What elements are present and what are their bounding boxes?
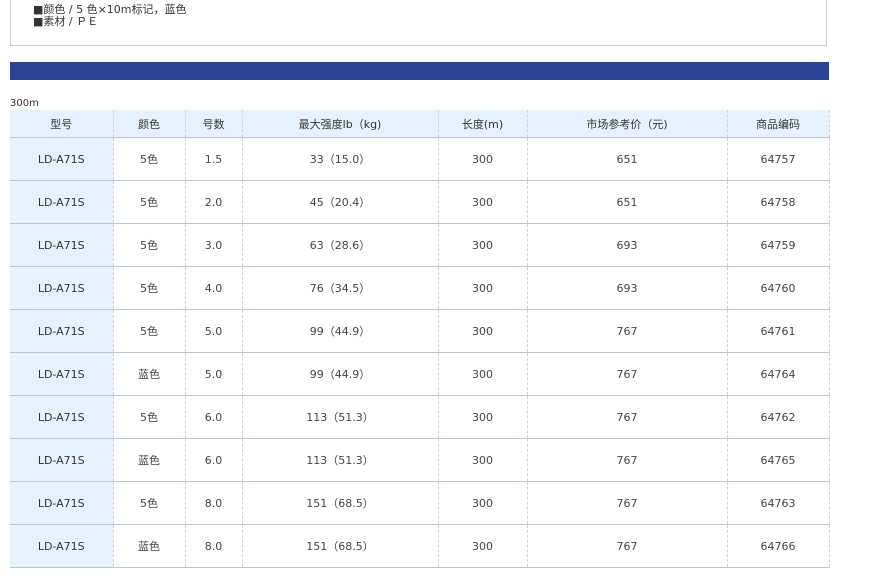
cell-size: 1.5 xyxy=(185,137,243,181)
header-color: 颜色 xyxy=(113,110,186,138)
cell-price: 767 xyxy=(527,524,728,568)
cell-max-strength: 113（51.3） xyxy=(242,438,439,482)
cell-model: LD-A71S xyxy=(10,309,114,353)
material-spec-text: ■素材 / ＰＥ xyxy=(33,15,99,28)
cell-model: LD-A71S xyxy=(10,524,114,568)
cell-max-strength: 33（15.0） xyxy=(242,137,439,181)
cell-product-code: 64758 xyxy=(727,180,830,224)
cell-price: 767 xyxy=(527,395,728,439)
length-section-label: 300m xyxy=(10,98,39,109)
table-row: LD-A71S 5色 5.0 99（44.9） 300 767 64761 xyxy=(10,309,830,353)
spec-table: 型号 颜色 号数 最大强度lb（kg) 长度(m) 市场参考价（元) 商品编码 … xyxy=(10,110,830,568)
cell-color: 蓝色 xyxy=(113,438,186,482)
cell-color: 5色 xyxy=(113,180,186,224)
cell-max-strength: 99（44.9） xyxy=(242,309,439,353)
cell-length: 300 xyxy=(438,266,528,310)
cell-length: 300 xyxy=(438,223,528,267)
cell-color: 5色 xyxy=(113,266,186,310)
cell-size: 6.0 xyxy=(185,395,243,439)
cell-max-strength: 151（68.5） xyxy=(242,481,439,525)
cell-product-code: 64766 xyxy=(727,524,830,568)
cell-length: 300 xyxy=(438,395,528,439)
cell-model: LD-A71S xyxy=(10,395,114,439)
cell-product-code: 64764 xyxy=(727,352,830,396)
header-model: 型号 xyxy=(10,110,114,138)
cell-size: 8.0 xyxy=(185,481,243,525)
cell-color: 5色 xyxy=(113,395,186,439)
cell-product-code: 64757 xyxy=(727,137,830,181)
table-row: LD-A71S 蓝色 6.0 113（51.3） 300 767 64765 xyxy=(10,438,830,482)
cell-model: LD-A71S xyxy=(10,137,114,181)
cell-color: 蓝色 xyxy=(113,524,186,568)
cell-model: LD-A71S xyxy=(10,438,114,482)
cell-size: 6.0 xyxy=(185,438,243,482)
header-max-strength: 最大强度lb（kg) xyxy=(242,110,439,138)
cell-max-strength: 76（34.5） xyxy=(242,266,439,310)
cell-color: 5色 xyxy=(113,481,186,525)
section-header-bar xyxy=(10,62,829,80)
cell-price: 767 xyxy=(527,352,728,396)
cell-max-strength: 151（68.5） xyxy=(242,524,439,568)
cell-max-strength: 63（28.6） xyxy=(242,223,439,267)
cell-max-strength: 45（20.4） xyxy=(242,180,439,224)
cell-product-code: 64762 xyxy=(727,395,830,439)
table-row: LD-A71S 蓝色 8.0 151（68.5） 300 767 64766 xyxy=(10,524,830,568)
cell-size: 2.0 xyxy=(185,180,243,224)
cell-length: 300 xyxy=(438,524,528,568)
table-header-row: 型号 颜色 号数 最大强度lb（kg) 长度(m) 市场参考价（元) 商品编码 xyxy=(10,110,830,138)
cell-size: 5.0 xyxy=(185,352,243,396)
table-row: LD-A71S 5色 3.0 63（28.6） 300 693 64759 xyxy=(10,223,830,267)
cell-length: 300 xyxy=(438,438,528,482)
header-size: 号数 xyxy=(185,110,243,138)
cell-size: 8.0 xyxy=(185,524,243,568)
cell-product-code: 64763 xyxy=(727,481,830,525)
cell-price: 767 xyxy=(527,481,728,525)
table-row: LD-A71S 5色 1.5 33（15.0） 300 651 64757 xyxy=(10,137,830,181)
cell-product-code: 64761 xyxy=(727,309,830,353)
cell-color: 5色 xyxy=(113,309,186,353)
table-row: LD-A71S 5色 8.0 151（68.5） 300 767 64763 xyxy=(10,481,830,525)
cell-price: 767 xyxy=(527,438,728,482)
cell-length: 300 xyxy=(438,481,528,525)
cell-price: 651 xyxy=(527,180,728,224)
cell-price: 767 xyxy=(527,309,728,353)
cell-length: 300 xyxy=(438,352,528,396)
header-price: 市场参考价（元) xyxy=(527,110,728,138)
cell-color: 5色 xyxy=(113,137,186,181)
cell-max-strength: 99（44.9） xyxy=(242,352,439,396)
cell-max-strength: 113（51.3） xyxy=(242,395,439,439)
cell-length: 300 xyxy=(438,180,528,224)
header-length: 长度(m) xyxy=(438,110,528,138)
cell-price: 651 xyxy=(527,137,728,181)
cell-price: 693 xyxy=(527,223,728,267)
product-info-box: ■颜色 / 5 色×10m标记，蓝色 ■素材 / ＰＥ xyxy=(10,0,827,46)
cell-color: 5色 xyxy=(113,223,186,267)
cell-size: 5.0 xyxy=(185,309,243,353)
cell-price: 693 xyxy=(527,266,728,310)
cell-model: LD-A71S xyxy=(10,481,114,525)
cell-product-code: 64759 xyxy=(727,223,830,267)
cell-model: LD-A71S xyxy=(10,266,114,310)
cell-model: LD-A71S xyxy=(10,223,114,267)
cell-size: 4.0 xyxy=(185,266,243,310)
table-row: LD-A71S 5色 2.0 45（20.4） 300 651 64758 xyxy=(10,180,830,224)
cell-model: LD-A71S xyxy=(10,352,114,396)
cell-product-code: 64765 xyxy=(727,438,830,482)
header-product-code: 商品编码 xyxy=(727,110,830,138)
cell-length: 300 xyxy=(438,309,528,353)
cell-length: 300 xyxy=(438,137,528,181)
table-row: LD-A71S 蓝色 5.0 99（44.9） 300 767 64764 xyxy=(10,352,830,396)
cell-model: LD-A71S xyxy=(10,180,114,224)
cell-color: 蓝色 xyxy=(113,352,186,396)
cell-product-code: 64760 xyxy=(727,266,830,310)
table-row: LD-A71S 5色 4.0 76（34.5） 300 693 64760 xyxy=(10,266,830,310)
cell-size: 3.0 xyxy=(185,223,243,267)
table-row: LD-A71S 5色 6.0 113（51.3） 300 767 64762 xyxy=(10,395,830,439)
